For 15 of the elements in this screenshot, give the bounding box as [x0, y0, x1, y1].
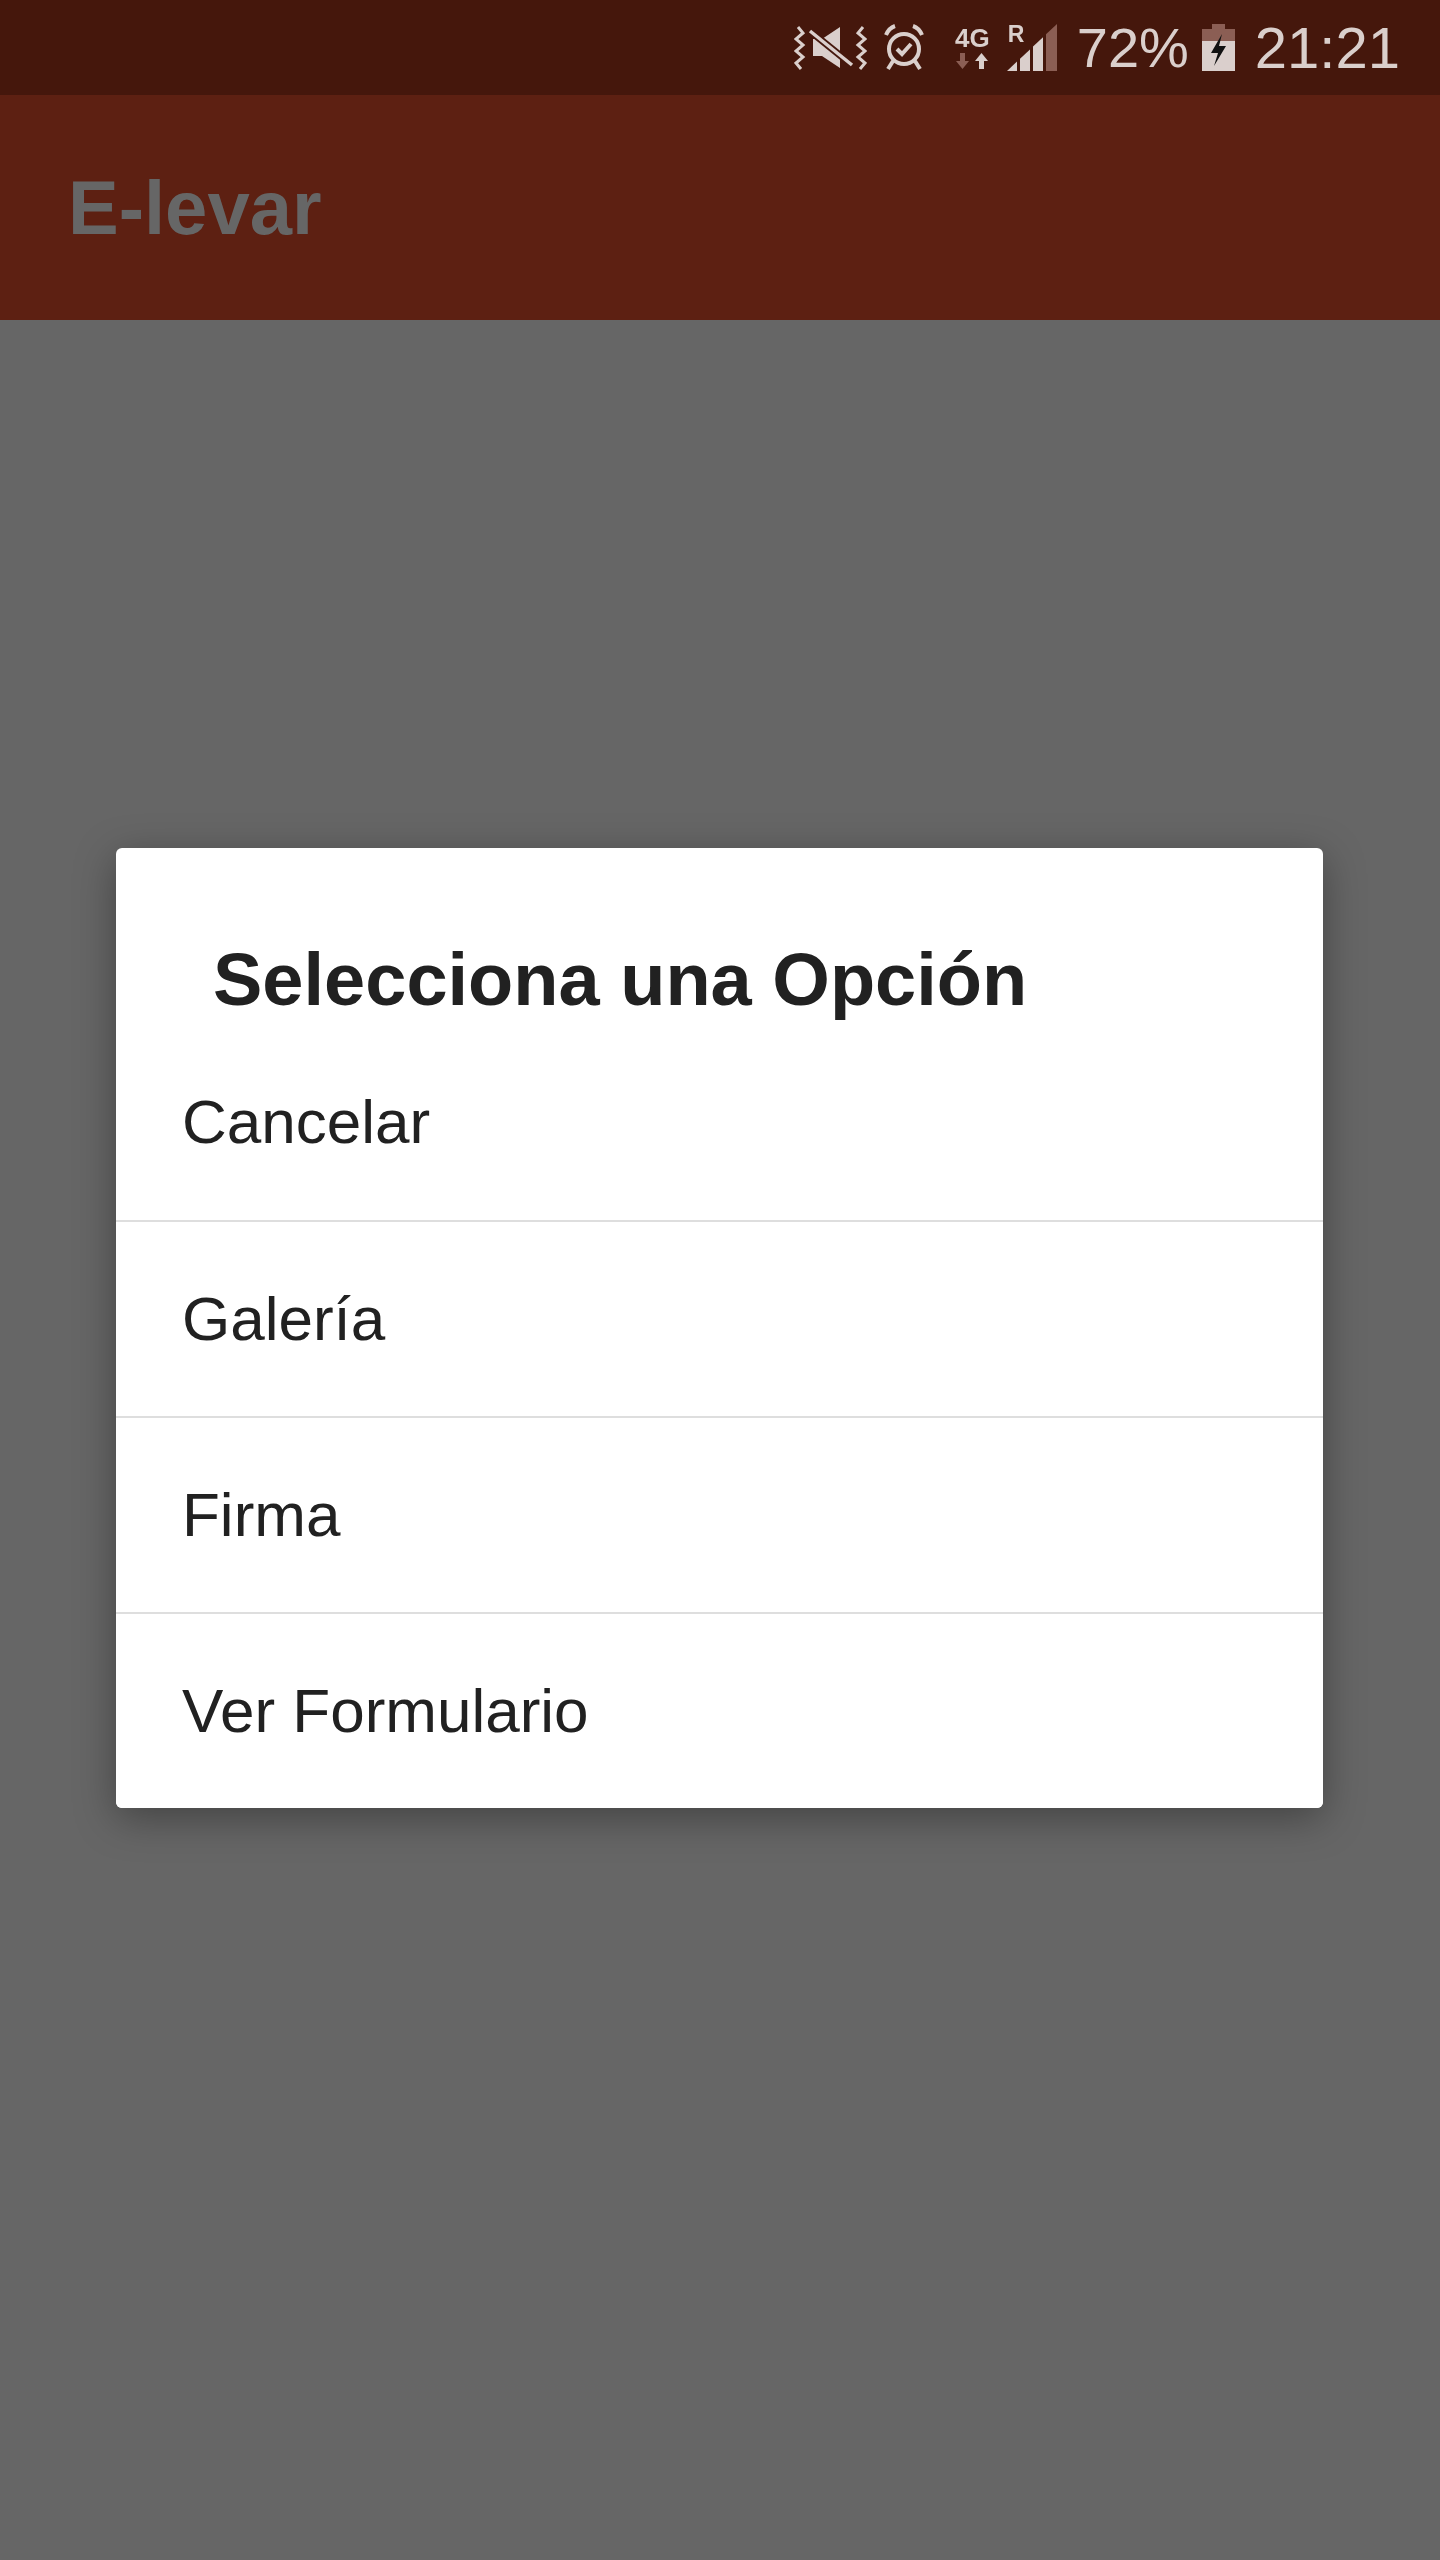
signal-bars-icon — [1006, 24, 1057, 71]
dialog-option[interactable]: Galería — [116, 1219, 1323, 1416]
clock-time: 21:21 — [1254, 18, 1400, 77]
dialog-title: Selecciona una Opción — [213, 937, 1029, 1023]
dialog-option[interactable]: Ver Formulario — [116, 1611, 1323, 1808]
mute-vibrate-icon — [794, 25, 868, 70]
data-arrows-icon — [956, 52, 989, 69]
app-title: E-levar — [68, 164, 322, 251]
battery-charging-icon — [1201, 24, 1235, 71]
dialog-option[interactable]: Firma — [116, 1415, 1323, 1612]
roaming-label: R — [1007, 24, 1025, 44]
network-type-label: 4G — [955, 26, 990, 49]
battery-percentage: 72% — [1076, 19, 1189, 76]
dialog-option[interactable]: Cancelar — [116, 1024, 1323, 1220]
alarm-clock-icon — [883, 24, 926, 71]
